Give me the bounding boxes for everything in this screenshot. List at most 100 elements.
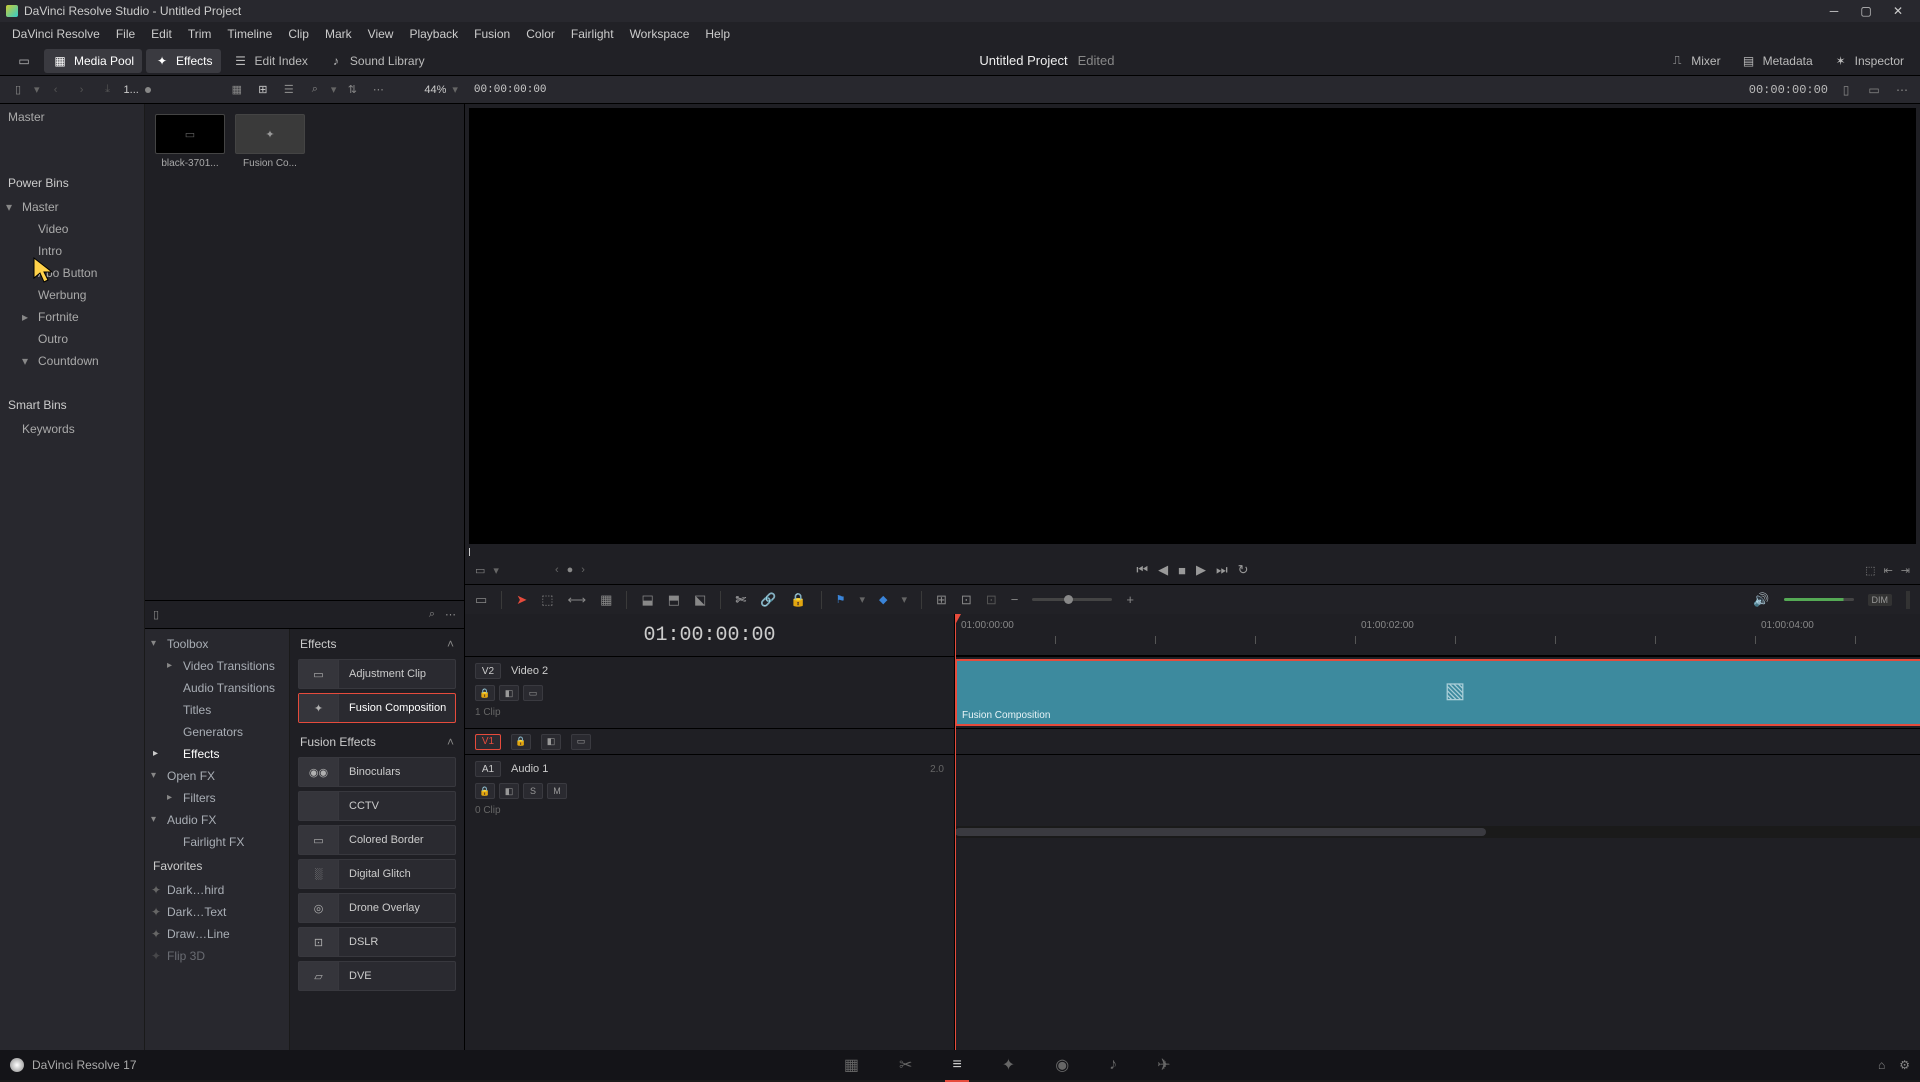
- tree-openfx[interactable]: ▾Open FX: [145, 765, 289, 787]
- dynamic-trim-tool[interactable]: ⟷: [568, 592, 587, 608]
- menu-workspace[interactable]: Workspace: [622, 27, 698, 41]
- power-countdown[interactable]: ▾Countdown: [0, 350, 144, 372]
- fairlight-page-icon[interactable]: ♪: [1109, 1056, 1117, 1074]
- effect-colored-border[interactable]: ▭Colored Border: [298, 825, 456, 855]
- match-frame-next[interactable]: ›: [581, 564, 585, 576]
- tree-toolbox[interactable]: ▾Toolbox: [145, 633, 289, 655]
- master-root[interactable]: Master: [0, 104, 144, 130]
- jump-in-icon[interactable]: ⇤: [1884, 564, 1893, 577]
- trim-tool[interactable]: ⬚: [541, 592, 553, 608]
- edit-page-icon[interactable]: ≡: [952, 1056, 961, 1074]
- effects-toggle[interactable]: ✦Effects: [146, 49, 220, 73]
- fav-item[interactable]: ✦Draw…Line: [145, 923, 289, 945]
- effect-cctv[interactable]: CCTV: [298, 791, 456, 821]
- go-end-button[interactable]: ⏭: [1216, 562, 1228, 578]
- effect-adjustment-clip[interactable]: ▭Adjustment Clip: [298, 659, 456, 689]
- tree-titles[interactable]: Titles: [145, 699, 289, 721]
- power-werbung[interactable]: Werbung: [0, 284, 144, 306]
- track-id[interactable]: A1: [475, 761, 501, 777]
- zoom-out[interactable]: −: [1011, 592, 1019, 607]
- effects-search-icon[interactable]: ⌕: [429, 608, 435, 621]
- timeline-playhead[interactable]: [955, 614, 956, 1050]
- tree-audiofx[interactable]: ▾Audio FX: [145, 809, 289, 831]
- effect-binoculars[interactable]: ◉◉Binoculars: [298, 757, 456, 787]
- zoom-detail[interactable]: ⊡: [961, 592, 972, 608]
- menu-help[interactable]: Help: [697, 27, 738, 41]
- close-button[interactable]: ✕: [1882, 0, 1914, 22]
- tree-generators[interactable]: Generators: [145, 721, 289, 743]
- effects-more-icon[interactable]: ⋯: [445, 608, 456, 621]
- insert-clip[interactable]: ⬓: [641, 592, 653, 608]
- thumb-small[interactable]: ▦: [227, 80, 247, 100]
- smart-bins-header[interactable]: Smart Bins: [0, 392, 144, 418]
- import-button[interactable]: ⤓: [98, 80, 118, 100]
- metadata-toggle[interactable]: ▤Metadata: [1733, 49, 1821, 73]
- more-icon[interactable]: ⋯: [368, 80, 388, 100]
- jump-out-icon[interactable]: ⇥: [1901, 564, 1910, 577]
- volume-slider[interactable]: [1784, 598, 1854, 601]
- bypass-icon[interactable]: ▭: [475, 564, 485, 577]
- zoom-slider[interactable]: [1032, 598, 1112, 601]
- home-icon[interactable]: ⌂: [1878, 1058, 1885, 1072]
- collapse-icon[interactable]: ˄: [447, 637, 454, 651]
- layout-preset-button[interactable]: ▭: [8, 49, 40, 73]
- fav-item[interactable]: ✦Flip 3D: [145, 945, 289, 967]
- search-icon[interactable]: ⌕: [305, 80, 325, 100]
- match-frame-prev[interactable]: ‹: [555, 564, 559, 576]
- timeline-lane-a1[interactable]: [955, 754, 1920, 826]
- nav-fwd[interactable]: ›: [72, 80, 92, 100]
- in-out-icon[interactable]: ⬚: [1865, 564, 1875, 577]
- blade-tool[interactable]: ▦: [600, 592, 612, 608]
- thumb-grid[interactable]: ⊞: [253, 80, 273, 100]
- menu-file[interactable]: File: [108, 27, 143, 41]
- timeline-clip-fusion[interactable]: ▧ Fusion Composition ✦: [955, 659, 1920, 726]
- menu-clip[interactable]: Clip: [280, 27, 317, 41]
- timeline-h-scrollbar[interactable]: [955, 826, 1920, 838]
- blade-icon[interactable]: ✄: [735, 592, 746, 608]
- menu-timeline[interactable]: Timeline: [219, 27, 280, 41]
- menu-playback[interactable]: Playback: [401, 27, 466, 41]
- menu-mark[interactable]: Mark: [317, 27, 360, 41]
- inspector-toggle[interactable]: ✶Inspector: [1825, 49, 1912, 73]
- bin-view-button[interactable]: ▯: [8, 80, 28, 100]
- timeline-ruler[interactable]: 01:00:00:00 01:00:02:00 01:00:04:00: [955, 614, 1920, 656]
- dim-button[interactable]: DIM: [1868, 594, 1893, 606]
- track-auto-select[interactable]: ◧: [499, 685, 519, 701]
- play-button[interactable]: ▶: [1196, 562, 1206, 578]
- nav-back[interactable]: ‹: [46, 80, 66, 100]
- power-outro[interactable]: Outro: [0, 328, 144, 350]
- power-video[interactable]: Video: [0, 218, 144, 240]
- viewer-canvas[interactable]: [469, 108, 1916, 544]
- tree-audio-transitions[interactable]: Audio Transitions: [145, 677, 289, 699]
- power-bins-header[interactable]: Power Bins: [0, 170, 144, 196]
- timeline-timecode[interactable]: 01:00:00:00: [465, 614, 954, 656]
- power-fortnite[interactable]: ▸Fortnite: [0, 306, 144, 328]
- marker-icon[interactable]: ◆: [879, 593, 887, 606]
- tree-fairlightfx[interactable]: Fairlight FX: [145, 831, 289, 853]
- menu-fairlight[interactable]: Fairlight: [563, 27, 622, 41]
- media-clip[interactable]: ▭ black-3701...: [155, 114, 225, 169]
- link-icon[interactable]: 🔗: [760, 592, 776, 608]
- zoom-full[interactable]: ⊞: [936, 592, 947, 608]
- track-lock-icon[interactable]: 🔒: [475, 685, 495, 701]
- edit-index-toggle[interactable]: ☰Edit Index: [225, 49, 316, 73]
- track-disable[interactable]: ▭: [523, 685, 543, 701]
- tree-effects[interactable]: ▸Effects: [145, 743, 289, 765]
- track-auto-select[interactable]: ◧: [499, 783, 519, 799]
- media-clip[interactable]: ✦ Fusion Co...: [235, 114, 305, 169]
- fusion-page-icon[interactable]: ✦: [1002, 1055, 1015, 1075]
- tree-video-transitions[interactable]: ▸Video Transitions: [145, 655, 289, 677]
- flag-icon[interactable]: ⚑: [836, 593, 846, 606]
- menu-fusion[interactable]: Fusion: [466, 27, 518, 41]
- dual-viewer-icon[interactable]: ▭: [1864, 80, 1884, 100]
- menu-edit[interactable]: Edit: [143, 27, 180, 41]
- menu-trim[interactable]: Trim: [180, 27, 220, 41]
- collapse-icon[interactable]: ˄: [447, 735, 454, 749]
- deliver-page-icon[interactable]: ✈: [1157, 1055, 1170, 1075]
- effect-dve[interactable]: ▱DVE: [298, 961, 456, 991]
- track-solo[interactable]: S: [523, 783, 543, 799]
- effect-dslr[interactable]: ⊡DSLR: [298, 927, 456, 957]
- volume-icon[interactable]: 🔊: [1753, 592, 1769, 608]
- lock-icon[interactable]: 🔒: [790, 592, 806, 608]
- timeline-lane-v2[interactable]: ▧ Fusion Composition ✦: [955, 656, 1920, 728]
